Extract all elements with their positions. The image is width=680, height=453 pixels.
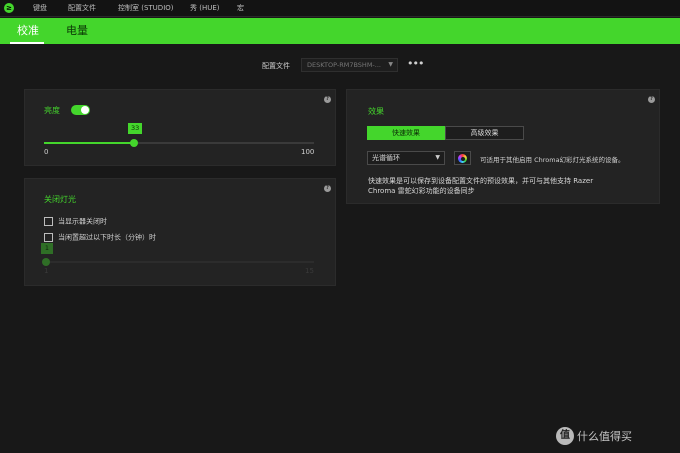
profile-label: 配置文件 — [262, 62, 290, 70]
effects-description: 快速效果是可以保存到设备配置文件的预设效果，并可与其他支持 Razer Chro… — [368, 177, 594, 195]
brightness-min-label: 0 — [44, 148, 49, 156]
display-off-checkbox[interactable] — [44, 217, 53, 226]
chroma-icon — [458, 154, 467, 163]
top-nav: ≥ 键盘 配置文件 控制室 (STUDIO) 秀 (HUE) 宏 — [0, 0, 680, 17]
idle-checkbox[interactable] — [44, 233, 53, 242]
brightness-value-bubble: 33 — [128, 123, 143, 134]
effect-dropdown-value: 光谱循环 — [372, 154, 400, 162]
nav-item-hue[interactable]: 秀 (HUE) — [190, 0, 220, 17]
chevron-down-icon: ▼ — [388, 61, 393, 68]
info-icon[interactable]: ? — [648, 96, 655, 103]
profile-dropdown-value: DESKTOP-RM7BSHM-... — [307, 61, 381, 69]
brightness-slider-handle[interactable] — [130, 139, 138, 147]
brightness-toggle[interactable] — [71, 105, 90, 115]
chroma-apply-button[interactable] — [454, 151, 471, 165]
active-tab-indicator — [10, 42, 44, 44]
idle-max-label: 15 — [305, 267, 314, 275]
watermark-text: 什么值得买 — [577, 429, 632, 443]
nav-item-studio[interactable]: 控制室 (STUDIO) — [118, 0, 174, 17]
brightness-title: 亮度 — [44, 106, 60, 115]
more-options-button[interactable]: ••• — [407, 58, 424, 72]
idle-value-bubble: 1 — [41, 243, 53, 254]
watermark-logo-icon: 值 — [556, 426, 574, 445]
effect-dropdown[interactable]: 光谱循环 ▼ — [367, 151, 445, 165]
watermark: 值什么值得买 — [556, 425, 632, 445]
brightness-max-label: 100 — [301, 148, 315, 156]
brightness-slider-fill — [44, 142, 133, 144]
tab-calibration[interactable]: 校准 — [17, 18, 39, 44]
idle-slider-track — [44, 261, 314, 263]
advanced-effects-tab[interactable]: 高级效果 — [445, 126, 524, 140]
lights-off-title: 关闭灯光 — [44, 195, 76, 204]
nav-item-macro[interactable]: 宏 — [237, 0, 244, 17]
display-off-label: 当显示器关闭时 — [58, 217, 107, 226]
info-icon[interactable]: ? — [324, 96, 331, 103]
nav-item-keyboard[interactable]: 键盘 — [33, 0, 47, 17]
idle-min-label: 1 — [44, 267, 49, 275]
idle-slider-handle — [42, 258, 50, 266]
tab-bar: 校准 电量 — [0, 18, 680, 44]
tab-power[interactable]: 电量 — [66, 18, 88, 44]
effects-title: 效果 — [368, 107, 384, 116]
chroma-note: 可适用于其他启用 Chroma幻彩灯光系统的设备。 — [480, 156, 625, 164]
chevron-down-icon: ▼ — [435, 154, 440, 161]
idle-label: 当闲置超过以下时长（分钟）时 — [58, 233, 156, 242]
toggle-knob — [81, 106, 89, 114]
checkbox-row-idle[interactable]: 当闲置超过以下时长（分钟）时 — [44, 227, 156, 242]
brightness-panel — [24, 89, 336, 166]
razer-logo-icon[interactable]: ≥ — [4, 3, 14, 13]
info-icon[interactable]: ? — [324, 185, 331, 192]
nav-item-profile[interactable]: 配置文件 — [68, 0, 96, 17]
brightness-slider-track[interactable] — [44, 142, 314, 144]
profile-dropdown[interactable]: DESKTOP-RM7BSHM-... ▼ — [301, 58, 398, 72]
checkbox-row-display-off[interactable]: 当显示器关闭时 — [44, 211, 107, 226]
quick-effects-tab[interactable]: 快速效果 — [367, 126, 445, 140]
